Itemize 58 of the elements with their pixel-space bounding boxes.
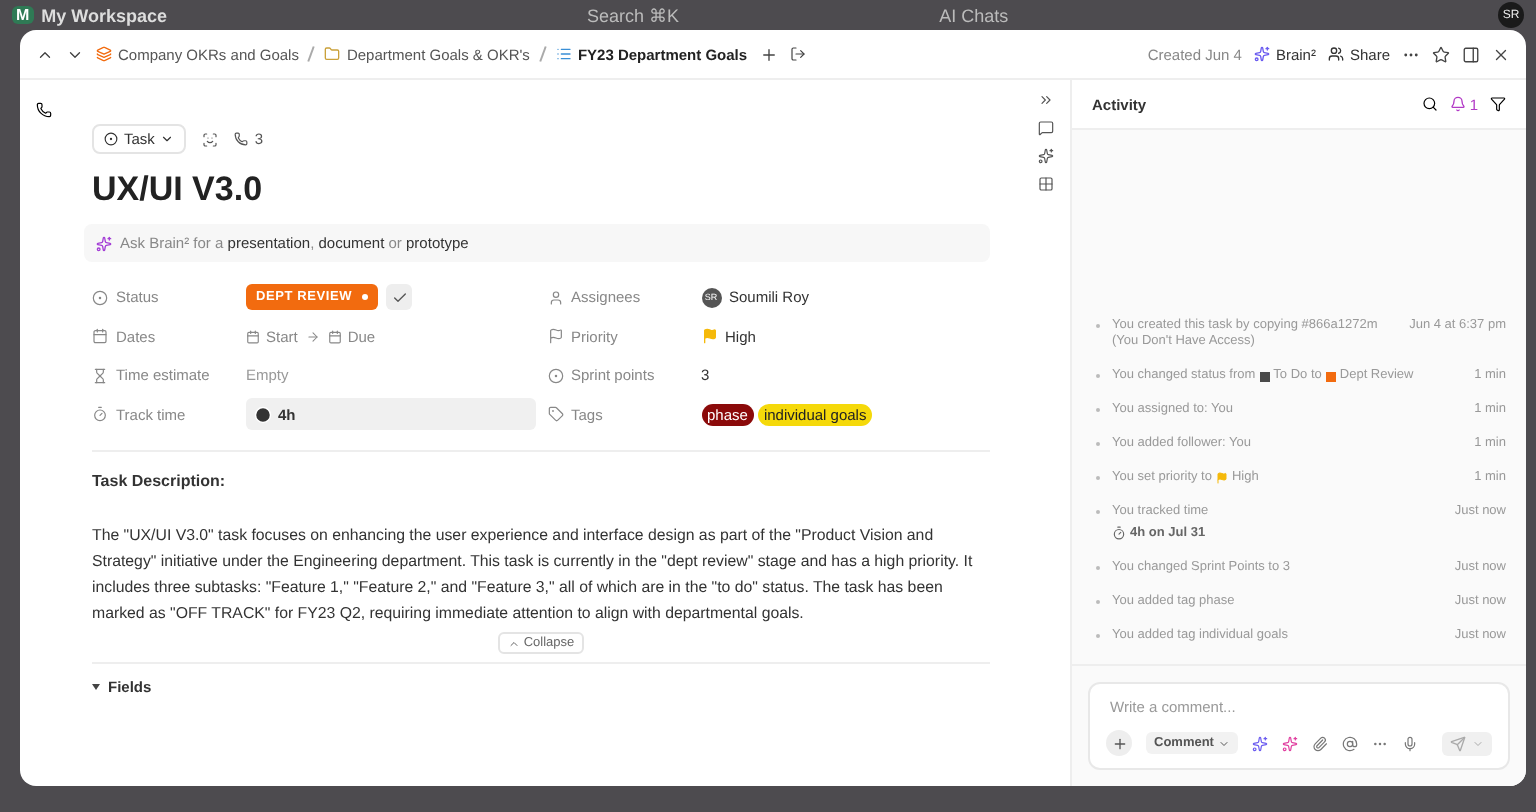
list-icon (555, 46, 572, 62)
send-icon (1450, 735, 1466, 751)
space-icon (96, 46, 112, 62)
workspace-name[interactable]: My Workspace (41, 5, 168, 25)
chevron-down-icon (1217, 737, 1230, 749)
search-icon (1421, 96, 1438, 112)
phone-icon (36, 102, 52, 118)
chevron-down-icon (1472, 737, 1484, 749)
sparkle-icon (96, 235, 112, 251)
mention-icon (1341, 735, 1358, 751)
timer-icon (1112, 526, 1126, 541)
person-icon (547, 289, 563, 306)
calendar-icon (92, 328, 108, 345)
status-icon (104, 132, 118, 146)
status-icon (547, 367, 563, 384)
folder-icon (324, 46, 341, 62)
description-heading: Task Description: (92, 472, 228, 490)
workspace-badge: M (12, 6, 34, 24)
hourglass-icon (92, 367, 108, 384)
sparkle-icon (1037, 148, 1053, 164)
close-icon (1492, 45, 1510, 63)
task-title[interactable]: UX/UI V3.0 (92, 170, 990, 210)
status-icon (92, 289, 108, 306)
grid-icon (1037, 176, 1053, 192)
scan-icon (202, 131, 219, 147)
arrow-icon (305, 329, 320, 344)
calendar-icon (327, 329, 342, 344)
chevron-up-icon (507, 637, 520, 649)
timer-icon (92, 406, 108, 423)
sparkle-icon (1253, 46, 1270, 62)
attachment-icon (1311, 735, 1328, 751)
tag-icon (547, 406, 563, 423)
microphone-icon (1401, 735, 1418, 751)
comment-icon (1037, 120, 1053, 136)
exit-icon (789, 46, 806, 62)
plus-icon (759, 45, 778, 63)
panel-icon (1462, 45, 1480, 63)
add-button[interactable] (1106, 730, 1132, 756)
sparkle-icon (1251, 735, 1268, 751)
bell-icon (1449, 96, 1466, 112)
check-icon (391, 289, 408, 306)
send-button[interactable] (1442, 731, 1492, 755)
complete-button[interactable] (386, 284, 413, 311)
dot-icon (362, 294, 369, 301)
ai-chats-button[interactable]: AI Chats (939, 5, 1009, 25)
flag-icon (701, 328, 717, 345)
people-icon (1327, 46, 1344, 62)
sparkle-icon (1281, 735, 1298, 751)
double-chevron-icon (1037, 92, 1053, 108)
search-field[interactable]: Search ⌘K (587, 5, 680, 25)
star-icon (1432, 45, 1450, 63)
caret-icon[interactable] (92, 684, 100, 690)
plus-icon (1111, 735, 1127, 751)
filter-icon (1490, 96, 1506, 112)
flag-icon (547, 328, 563, 345)
calendar-icon (246, 329, 260, 344)
flag-icon (1215, 472, 1228, 485)
chevron-down-icon (160, 132, 175, 146)
